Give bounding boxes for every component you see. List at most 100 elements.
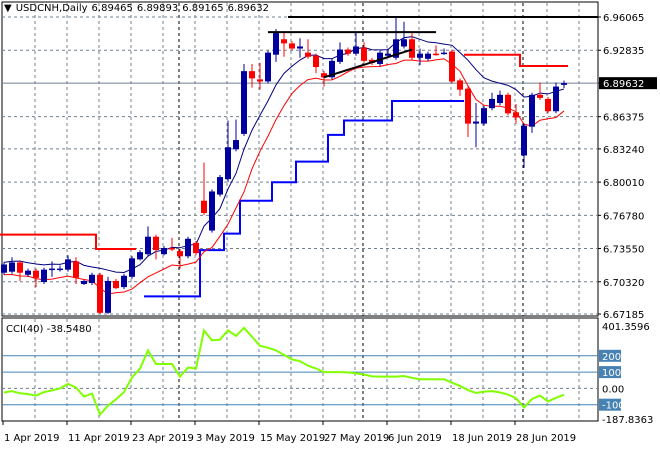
candle-bearish	[313, 55, 319, 68]
cci-axis-label: 0.00	[602, 384, 624, 395]
date-axis-label: 27 May 2019	[324, 433, 389, 444]
price-axis-label: 6.83240	[603, 145, 644, 156]
ohlc-low: 6.89165	[182, 3, 224, 14]
candle-bearish	[289, 43, 295, 49]
candle-bearish	[537, 94, 543, 98]
candle-bullish	[441, 52, 447, 55]
candle-bearish	[169, 248, 175, 250]
candle-bullish	[425, 53, 431, 59]
candle-bearish	[513, 112, 519, 118]
candle-bullish	[9, 262, 15, 272]
current-price-label: 6.89632	[603, 79, 644, 90]
date-axis-label: 11 Apr 2019	[68, 433, 130, 444]
candle-bullish	[489, 98, 495, 109]
candle-bullish	[209, 191, 215, 231]
candle-bullish	[481, 108, 487, 124]
price-axis-label: 6.67185	[603, 310, 644, 321]
candle-bullish	[57, 268, 63, 271]
candle-bullish	[137, 252, 143, 260]
candle-bearish	[73, 261, 79, 278]
candle-bearish	[33, 270, 39, 278]
date-axis-label: 15 May 2019	[260, 433, 325, 444]
candle-bearish	[457, 80, 463, 90]
cci-title: CCI(40)	[6, 324, 44, 335]
symbol-timeframe: USDCNH,Daily	[15, 3, 88, 14]
candle-bearish	[281, 39, 287, 44]
date-axis-label: 3 May 2019	[196, 433, 255, 444]
candle-bearish	[249, 71, 255, 79]
candle-bullish	[161, 248, 167, 255]
candle-bearish	[305, 52, 311, 57]
candle-bullish	[233, 140, 239, 150]
price-axis-label: 6.70320	[603, 278, 644, 289]
trailing-stop-support-line	[144, 99, 464, 298]
candle-bearish	[545, 98, 551, 112]
candle-bullish	[89, 274, 95, 283]
candle-bullish	[241, 71, 247, 134]
candle-bullish	[353, 46, 359, 54]
candle-bullish	[41, 269, 47, 282]
date-axis-label: 18 Jun 2019	[452, 433, 512, 444]
cci-label: CCI(40) -38.5480	[6, 324, 92, 335]
cci-axis-label: -100	[602, 401, 625, 412]
price-axis-label: 6.76780	[603, 211, 644, 222]
price-axis-label: 6.96065	[603, 13, 644, 24]
moving-average-low-line	[3, 58, 565, 295]
moving-average-high-line	[3, 36, 565, 273]
candle-bullish	[561, 83, 567, 85]
cci-line	[3, 326, 565, 417]
candle-bullish	[65, 259, 71, 270]
candle-bearish	[97, 274, 103, 313]
cci-axis-label: 200	[602, 352, 621, 363]
candle-bullish	[497, 94, 503, 104]
candle-bullish	[337, 49, 343, 62]
candle-bearish	[153, 236, 159, 251]
date-axis-label: 23 Apr 2019	[132, 433, 194, 444]
candle-bearish	[433, 53, 439, 56]
candle-bearish	[113, 280, 119, 289]
cci-axis-label: -187.8363	[602, 415, 653, 426]
candle-bullish	[273, 33, 279, 55]
candle-bearish	[361, 47, 367, 61]
price-axis-label: 6.73550	[603, 245, 644, 256]
cci-axis-label: 401.3596	[602, 322, 650, 333]
candle-bearish	[409, 39, 415, 58]
candle-bullish	[265, 52, 271, 82]
candle-bullish	[49, 268, 55, 271]
date-axis-label: 28 Jun 2019	[516, 433, 576, 444]
candle-bearish	[257, 79, 263, 82]
price-axis-label: 6.86375	[603, 113, 644, 124]
candle-bullish	[529, 94, 535, 127]
price-axis-label: 6.80010	[603, 178, 644, 189]
candle-bullish	[521, 125, 527, 156]
chart-canvas[interactable]: 6.96065 6.92835 6.89632 6.86375 6.83240 6.800…	[0, 0, 660, 450]
candle-bullish	[129, 258, 135, 277]
candle-bullish	[1, 264, 7, 273]
candle-bearish	[177, 251, 183, 257]
candle-bearish	[17, 262, 23, 273]
candle-bearish	[465, 88, 471, 124]
candle-bearish	[505, 94, 511, 114]
candle-bullish	[121, 275, 127, 288]
candle-bullish	[145, 236, 151, 255]
candle-bullish	[217, 177, 223, 195]
candle-bullish	[225, 147, 231, 180]
candle-bullish	[81, 280, 87, 285]
candle-bullish	[185, 238, 191, 257]
date-axis-label: 1 Apr 2019	[4, 433, 59, 444]
ohlc-open: 6.89465	[91, 3, 133, 14]
candle-bullish	[297, 46, 303, 49]
candle-bullish	[105, 280, 111, 313]
candle-bullish	[473, 121, 479, 124]
candle-bearish	[201, 200, 207, 214]
ohlc-high: 6.89893	[136, 3, 179, 14]
candle-bearish	[345, 49, 351, 54]
candle-bullish	[417, 53, 423, 58]
chart-header: ▼ USDCNH,Daily 6.89465 6.89893 6.89165 6.8963…	[4, 3, 273, 14]
candle-bullish	[553, 86, 559, 112]
triangle-down-icon[interactable]: ▼	[4, 3, 12, 14]
ohlc-close: 6.89632	[227, 3, 269, 14]
candle-bearish	[449, 51, 455, 82]
cci-value: -38.5480	[46, 324, 92, 335]
date-axis-label: 6 Jun 2019	[388, 433, 442, 444]
